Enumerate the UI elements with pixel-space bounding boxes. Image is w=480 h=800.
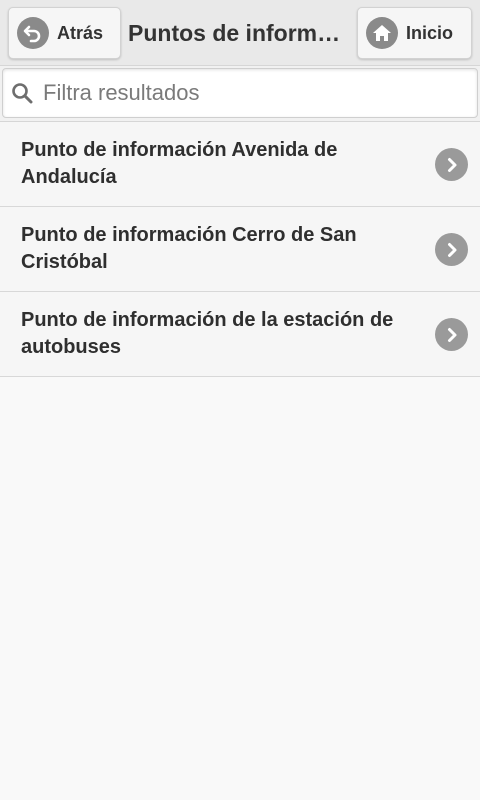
chevron-right-icon (435, 148, 468, 181)
back-arrow-icon (17, 17, 49, 49)
list-item[interactable]: Punto de información de la estación de a… (0, 292, 480, 377)
search-box (2, 68, 478, 118)
home-button[interactable]: Inicio (357, 7, 472, 59)
list-item-label: Punto de información de la estación de a… (21, 309, 394, 358)
search-icon (12, 83, 33, 104)
list-item-label: Punto de información Cerro de San Cristó… (21, 224, 357, 273)
list-item[interactable]: Punto de información Cerro de San Cristó… (0, 207, 480, 292)
page-title: Puntos de información (128, 20, 352, 46)
results-list: Punto de información Avenida de Andalucí… (0, 122, 480, 377)
home-icon (366, 17, 398, 49)
chevron-right-icon (435, 318, 468, 351)
chevron-right-icon (435, 233, 468, 266)
search-bar (0, 66, 480, 122)
back-button[interactable]: Atrás (8, 7, 121, 59)
back-button-label: Atrás (57, 22, 104, 43)
search-input[interactable] (43, 69, 463, 117)
home-button-label: Inicio (406, 22, 454, 43)
header-bar: Atrás Puntos de información Inicio (0, 0, 480, 66)
list-item-label: Punto de información Avenida de Andalucí… (21, 139, 338, 188)
list-item[interactable]: Punto de información Avenida de Andalucí… (0, 122, 480, 207)
